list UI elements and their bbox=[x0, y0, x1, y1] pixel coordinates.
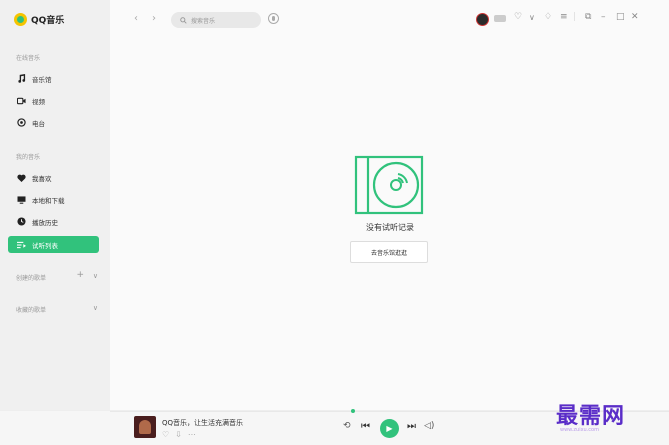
forward-arrow-icon[interactable]: › bbox=[152, 13, 156, 24]
divider: | bbox=[573, 12, 577, 22]
menu-icon[interactable]: ≡ bbox=[560, 12, 568, 22]
section-collected-playlists: 收藏的歌单 bbox=[16, 307, 47, 314]
sidebar-item-video[interactable]: 视频 bbox=[8, 92, 99, 109]
sidebar-item-history[interactable]: 播放历史 bbox=[8, 213, 99, 230]
sidebar-item-label: 电台 bbox=[32, 119, 45, 128]
sidebar-item-label: 音乐馆 bbox=[32, 75, 52, 84]
next-icon[interactable]: ⏭ bbox=[407, 421, 416, 432]
search-placeholder: 搜索音乐 bbox=[191, 17, 216, 25]
maximize-icon[interactable]: □ bbox=[616, 12, 625, 22]
volume-icon[interactable]: ◁) bbox=[424, 421, 434, 431]
app-name: QQ音乐 bbox=[31, 16, 65, 26]
song-actions: ♡ ⇩ ⋯ bbox=[162, 430, 196, 439]
playlist-icon bbox=[16, 240, 26, 250]
like-icon[interactable]: ♡ bbox=[162, 430, 169, 439]
qq-music-logo-icon bbox=[14, 13, 27, 26]
song-title[interactable]: QQ音乐，让生活充满音乐 bbox=[162, 418, 243, 428]
chevron-down-icon[interactable]: ∨ bbox=[529, 13, 535, 22]
sidebar: QQ音乐 在线音乐 音乐馆 视频 电台 我的音乐 我喜欢 本地和下载 播放历史 … bbox=[0, 0, 110, 410]
mini-mode-icon[interactable]: ⧉ bbox=[585, 12, 591, 22]
watermark-url: www.zuixu.com bbox=[560, 427, 599, 433]
app-window: QQ音乐 在线音乐 音乐馆 视频 电台 我的音乐 我喜欢 本地和下载 播放历史 … bbox=[0, 0, 669, 445]
section-online-music: 在线音乐 bbox=[16, 55, 41, 62]
progress-handle[interactable] bbox=[351, 409, 355, 413]
sidebar-item-music-hall[interactable]: 音乐馆 bbox=[8, 70, 99, 87]
video-icon bbox=[16, 96, 26, 106]
top-bar: ‹ › 搜索音乐 ♡ ∨ ♢ ≡ | ⧉ – □ ✕ bbox=[110, 0, 669, 40]
go-to-music-hall-button[interactable]: 去音乐馆逛逛 bbox=[350, 241, 428, 263]
section-my-music: 我的音乐 bbox=[16, 154, 41, 161]
sidebar-item-label: 视频 bbox=[32, 97, 45, 106]
skin-icon[interactable]: ♢ bbox=[544, 12, 552, 22]
sidebar-item-trial-list[interactable]: 试听列表 bbox=[8, 236, 99, 253]
sidebar-item-local-download[interactable]: 本地和下载 bbox=[8, 191, 99, 208]
previous-icon[interactable]: ⏮ bbox=[361, 421, 370, 432]
sidebar-item-favorites[interactable]: 我喜欢 bbox=[8, 169, 99, 186]
sidebar-item-label: 播放历史 bbox=[32, 218, 58, 227]
computer-icon bbox=[16, 195, 26, 205]
sidebar-item-label: 我喜欢 bbox=[32, 174, 52, 183]
chevron-down-icon[interactable]: ∨ bbox=[93, 272, 98, 280]
heart-icon bbox=[16, 173, 26, 183]
add-playlist-icon[interactable]: + bbox=[76, 270, 84, 280]
avatar[interactable] bbox=[476, 13, 489, 26]
music-note-icon bbox=[16, 74, 26, 84]
sidebar-item-label: 本地和下载 bbox=[32, 196, 65, 205]
radio-icon bbox=[16, 118, 26, 128]
album-cover[interactable] bbox=[134, 416, 156, 438]
minimize-icon[interactable]: – bbox=[601, 12, 606, 22]
empty-state-illustration bbox=[354, 155, 424, 215]
back-arrow-icon[interactable]: ‹ bbox=[134, 13, 138, 24]
music-disc-icon bbox=[354, 155, 424, 215]
sidebar-item-radio[interactable]: 电台 bbox=[8, 114, 99, 131]
download-icon[interactable]: ⇩ bbox=[175, 430, 182, 439]
app-logo[interactable]: QQ音乐 bbox=[14, 13, 64, 26]
close-icon[interactable]: ✕ bbox=[631, 12, 639, 22]
loop-icon[interactable]: ⟲ bbox=[343, 421, 351, 431]
section-created-playlists: 创建的歌单 bbox=[16, 275, 47, 282]
more-icon[interactable]: ⋯ bbox=[188, 430, 196, 439]
search-input[interactable]: 搜索音乐 bbox=[171, 12, 261, 28]
search-icon bbox=[180, 16, 187, 24]
play-button[interactable]: ▶ bbox=[380, 419, 399, 438]
watermark: 最需网 bbox=[556, 403, 626, 429]
sidebar-item-label: 试听列表 bbox=[32, 241, 58, 250]
main-content: 没有试听记录 去音乐馆逛逛 bbox=[110, 40, 669, 410]
clock-icon bbox=[16, 217, 26, 227]
chevron-down-icon[interactable]: ∨ bbox=[93, 304, 98, 312]
username[interactable] bbox=[494, 15, 506, 22]
voice-search-icon[interactable] bbox=[268, 13, 279, 24]
play-icon: ▶ bbox=[386, 424, 393, 433]
vip-icon[interactable]: ♡ bbox=[514, 12, 522, 22]
empty-state-text: 没有试听记录 bbox=[366, 223, 414, 232]
